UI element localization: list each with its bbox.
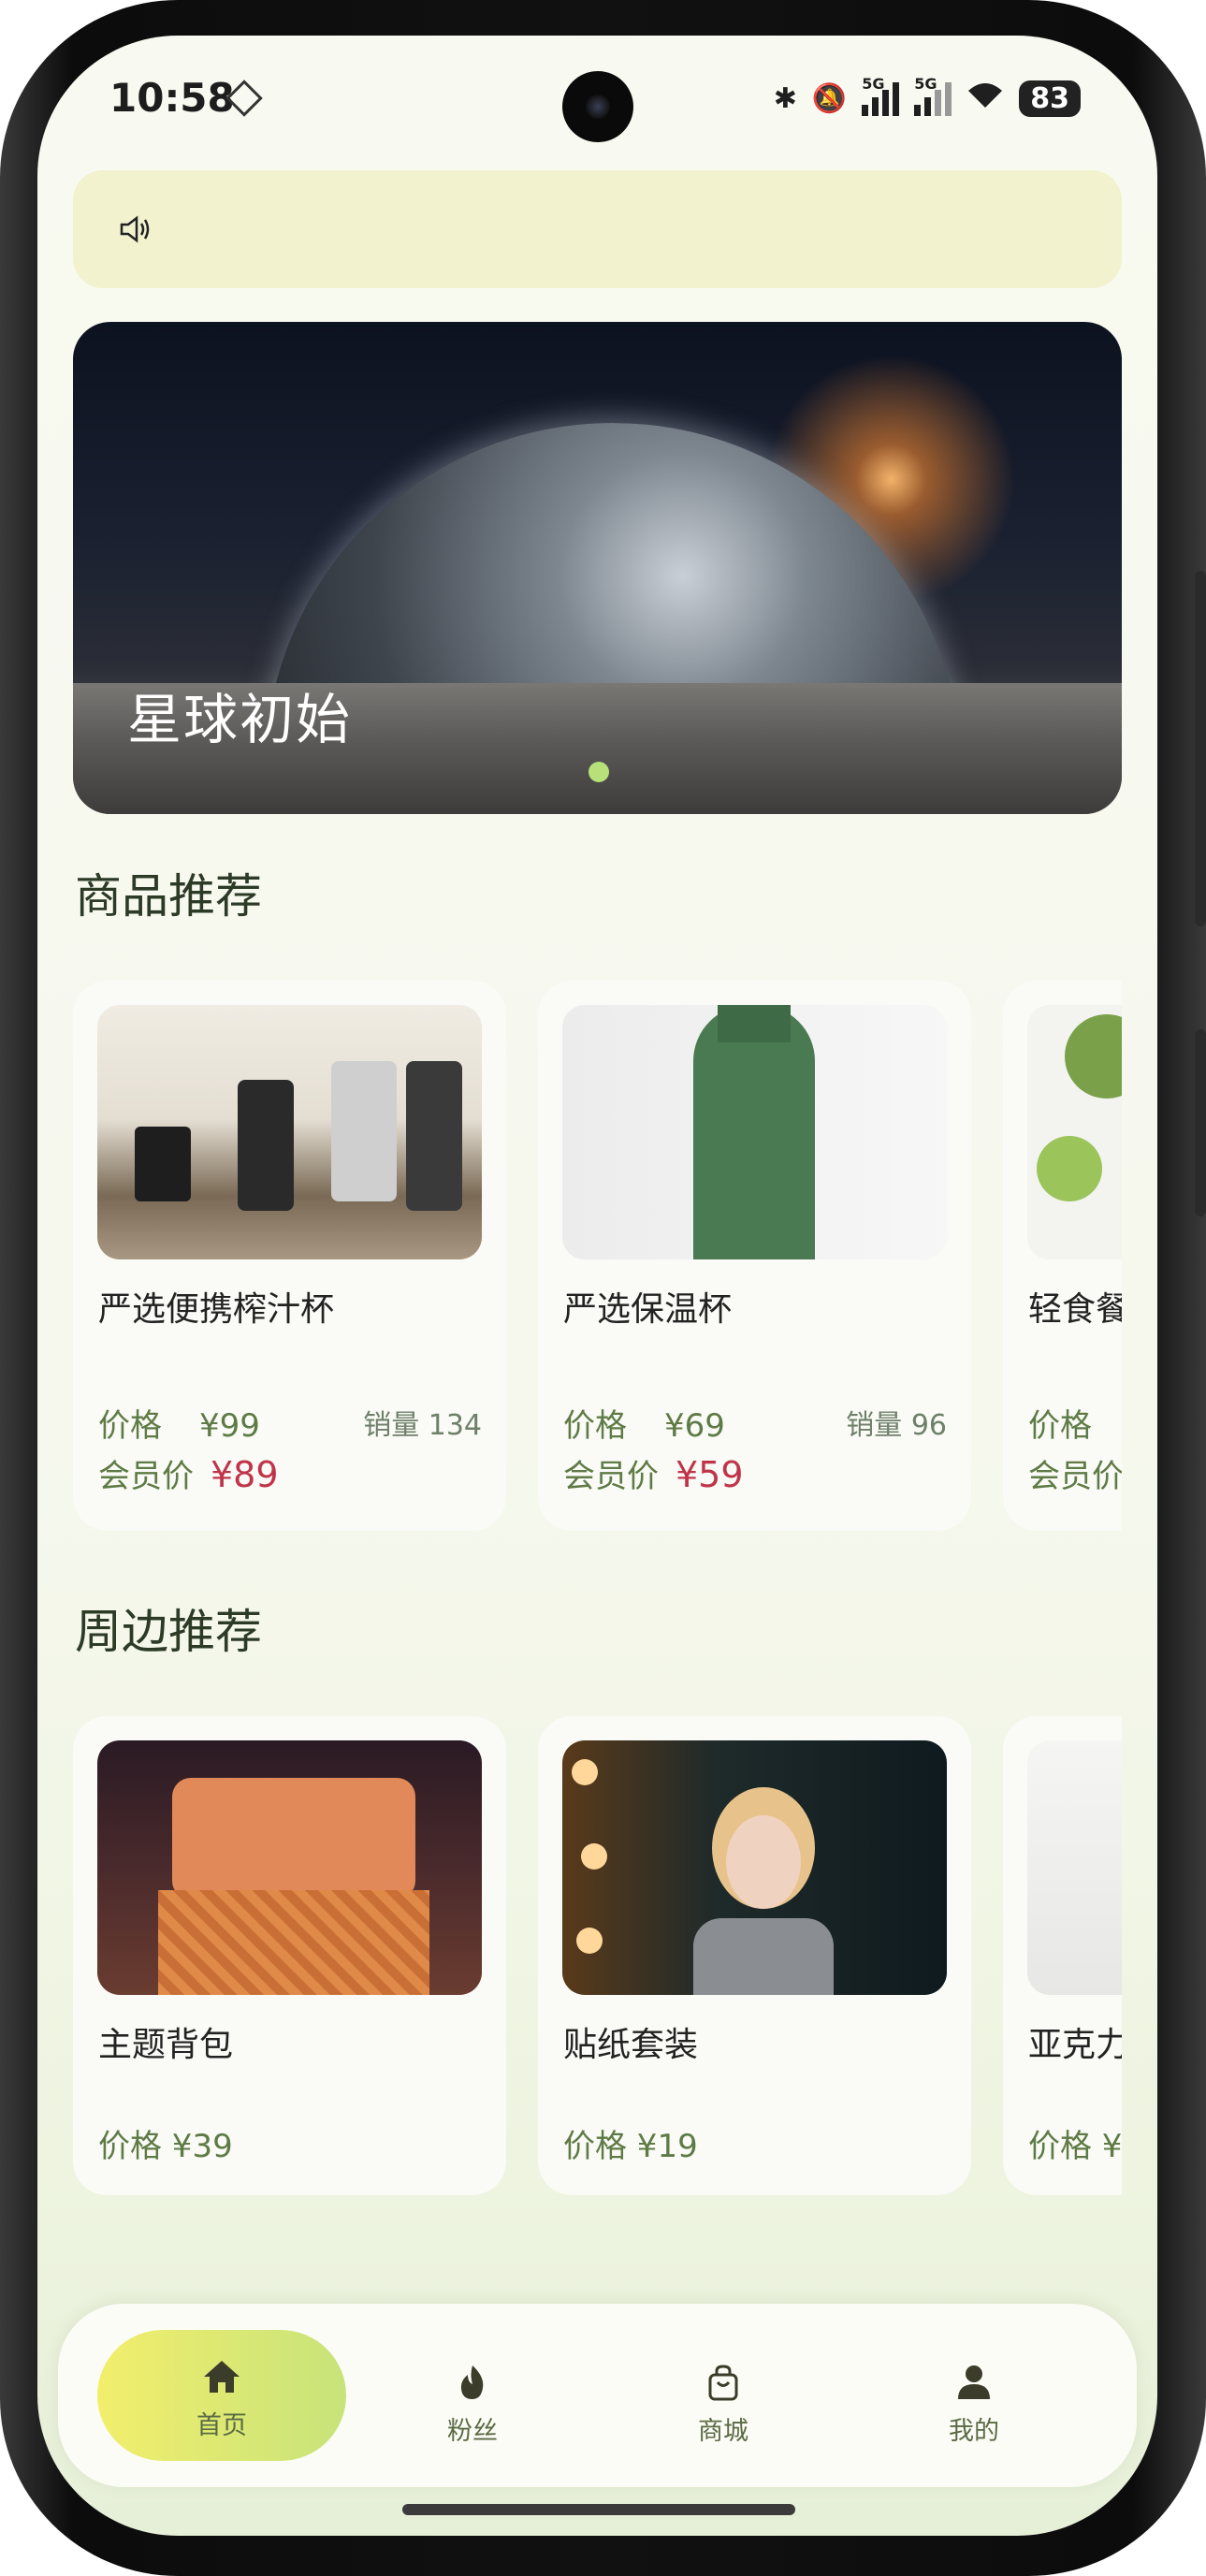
mute-icon: 🔕 — [811, 82, 848, 115]
phone-frame: 10:58 ✱ 🔕 5G 5G 83 星球初始 商品推荐 严选便携榨汁杯 价格 … — [0, 0, 1206, 2576]
bottom-navigation: 首页 粉丝 商城 我的 — [58, 2304, 1137, 2487]
shopping-bag-icon — [599, 2364, 848, 2405]
status-icons: ✱ 🔕 5G 5G 83 — [773, 75, 1081, 117]
section-title-products: 商品推荐 — [75, 869, 262, 924]
price-value: ¥69 — [664, 1407, 725, 1445]
nav-label-mall: 商城 — [698, 2417, 748, 2446]
app-screen: 10:58 ✱ 🔕 5G 5G 83 星球初始 商品推荐 严选便携榨汁杯 价格 … — [37, 36, 1157, 2536]
product-card[interactable]: 轻食餐 价格 会员价 — [1003, 981, 1122, 1531]
announcement-bar[interactable] — [73, 170, 1122, 288]
peripheral-card[interactable]: 亚克力 价格 ¥ — [1003, 1716, 1122, 2195]
signal-icon: 5G — [862, 75, 900, 116]
speaker-icon — [120, 215, 152, 251]
product-name: 严选便携榨汁杯 — [98, 1290, 335, 1329]
peripheral-card[interactable]: 主题背包 价格 ¥39 — [73, 1716, 506, 2195]
member-price-line: 会员价 — [1028, 1458, 1122, 1495]
peripheral-price: 价格 ¥ — [1028, 2128, 1122, 2165]
member-price-line: 会员价 ¥59 — [563, 1454, 744, 1495]
peripheral-price: 价格 ¥39 — [98, 2128, 233, 2165]
nav-item-profile[interactable]: 我的 — [850, 2336, 1098, 2467]
sales-count: 销量 96 — [846, 1409, 947, 1442]
product-image-salad — [1027, 1005, 1122, 1259]
price-value: ¥99 — [199, 1407, 260, 1445]
price-line: 价格 — [1028, 1407, 1092, 1445]
home-indicator[interactable] — [402, 2504, 795, 2515]
price-line: 价格 ¥99 — [98, 1407, 260, 1445]
member-price-line: 会员价 ¥89 — [98, 1454, 279, 1495]
product-card[interactable]: 严选便携榨汁杯 价格 ¥99 销量 134 会员价 ¥89 — [73, 981, 506, 1531]
price-line: 价格 ¥69 — [563, 1407, 725, 1445]
home-icon — [97, 2358, 346, 2399]
volume-button — [1195, 571, 1206, 926]
signal-icon-2: 5G — [914, 75, 952, 116]
nav-label-profile: 我的 — [949, 2417, 999, 2446]
peripheral-image-portrait — [562, 1740, 947, 1995]
product-name: 严选保温杯 — [563, 1290, 733, 1329]
product-carousel[interactable]: 严选便携榨汁杯 价格 ¥99 销量 134 会员价 ¥89 严选保温杯 价格 ¥69 … — [73, 981, 1122, 1531]
nav-label-fans: 粉丝 — [447, 2417, 498, 2446]
battery-indicator: 83 — [1019, 80, 1081, 117]
peripheral-carousel[interactable]: 主题背包 价格 ¥39 贴纸套装 价格 ¥19 亚克力 价格 ¥ — [73, 1716, 1122, 2195]
section-title-peripherals: 周边推荐 — [75, 1605, 262, 1659]
peripheral-image-acrylic — [1027, 1740, 1122, 1995]
flame-icon — [348, 2364, 597, 2405]
product-name: 轻食餐 — [1028, 1290, 1122, 1329]
front-camera — [562, 71, 633, 142]
peripheral-card[interactable]: 贴纸套装 价格 ¥19 — [538, 1716, 971, 2195]
carousel-indicator[interactable] — [588, 762, 609, 782]
peripheral-price: 价格 ¥19 — [563, 2128, 698, 2165]
bluetooth-icon: ✱ — [773, 82, 797, 115]
product-image-juicer — [97, 1005, 482, 1259]
status-bar: 10:58 ✱ 🔕 5G 5G 83 — [37, 36, 1157, 167]
sales-count: 销量 134 — [363, 1409, 482, 1442]
nav-item-fans[interactable]: 粉丝 — [348, 2336, 597, 2467]
peripheral-name: 主题背包 — [98, 2026, 234, 2064]
member-price-value: ¥89 — [211, 1454, 279, 1495]
peripheral-image-bag — [97, 1740, 482, 1995]
status-time: 10:58 — [109, 75, 235, 121]
nav-item-home[interactable]: 首页 — [97, 2330, 346, 2461]
nav-label-home: 首页 — [196, 2411, 247, 2440]
banner-title: 星球初始 — [127, 688, 353, 751]
user-icon — [850, 2364, 1098, 2405]
peripheral-name: 亚克力 — [1028, 2026, 1122, 2064]
product-card[interactable]: 严选保温杯 价格 ¥69 销量 96 会员价 ¥59 — [538, 981, 971, 1531]
peripheral-name: 贴纸套装 — [563, 2026, 699, 2064]
wifi-icon — [966, 81, 1004, 117]
hero-banner[interactable]: 星球初始 — [73, 322, 1122, 814]
nav-item-mall[interactable]: 商城 — [599, 2336, 848, 2467]
power-button — [1195, 1029, 1206, 1216]
member-price-value: ¥59 — [676, 1454, 744, 1495]
product-image-thermos — [562, 1005, 947, 1259]
